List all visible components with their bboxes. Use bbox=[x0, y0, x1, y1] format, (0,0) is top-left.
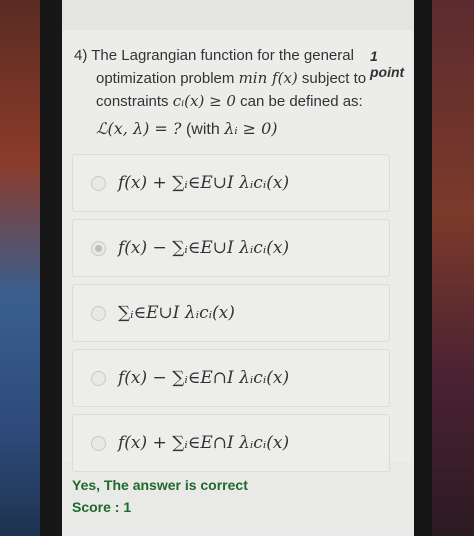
question-line-2-text: optimization problem bbox=[96, 70, 235, 87]
constraint-formula: cᵢ(x) ≥ 0 bbox=[172, 92, 236, 110]
monitor-bezel-right bbox=[414, 0, 432, 536]
question-formula-line: ℒ(x, λ) = ? (with λᵢ ≥ 0) bbox=[74, 117, 344, 141]
question-line-2-tail: subject to bbox=[301, 70, 367, 87]
question-line-3-text: constraints bbox=[96, 93, 169, 110]
question-line-3: constraints cᵢ(x) ≥ 0 can be defined as: bbox=[74, 90, 363, 113]
answer-option-label: f(x) + ∑ᵢ∈E∪I λᵢcᵢ(x) bbox=[118, 173, 290, 193]
radio-button-icon[interactable] bbox=[91, 175, 106, 191]
quiz-screen: 4) The Lagrangian function for the gener… bbox=[62, 0, 414, 536]
answer-option-5[interactable]: f(x) + ∑ᵢ∈E∩I λᵢcᵢ(x) bbox=[72, 414, 390, 472]
question-line-1: 4) The Lagrangian function for the gener… bbox=[74, 44, 354, 67]
radio-button-icon[interactable] bbox=[91, 305, 106, 321]
previous-card-edge bbox=[62, 0, 414, 30]
question-line-3-tail: can be defined as: bbox=[240, 93, 363, 110]
question-number: 4) bbox=[74, 47, 88, 64]
points-badge: 1 point bbox=[370, 48, 405, 80]
radio-button-icon[interactable] bbox=[91, 435, 106, 451]
feedback-result: Yes, The answer is correct bbox=[72, 477, 248, 493]
question-line-2: optimization problem min f(x) subject to bbox=[74, 67, 366, 90]
answer-option-2[interactable]: f(x) − ∑ᵢ∈E∪I λᵢcᵢ(x) bbox=[72, 219, 390, 277]
feedback-score: Score : 1 bbox=[72, 499, 132, 515]
answer-option-label: f(x) − ∑ᵢ∈E∩I λᵢcᵢ(x) bbox=[118, 368, 290, 388]
formula-condition-text: (with bbox=[185, 121, 220, 138]
answer-option-4[interactable]: f(x) − ∑ᵢ∈E∩I λᵢcᵢ(x) bbox=[72, 349, 390, 407]
answer-option-label: f(x) + ∑ᵢ∈E∩I λᵢcᵢ(x) bbox=[118, 433, 290, 453]
objective-formula: min f(x) bbox=[238, 69, 298, 87]
question-line-1-text: The Lagrangian function for the general bbox=[91, 47, 354, 64]
answer-option-3[interactable]: ∑ᵢ∈E∪I λᵢcᵢ(x) bbox=[72, 284, 390, 342]
question-text: 4) The Lagrangian function for the gener… bbox=[74, 44, 366, 141]
question-card: 4) The Lagrangian function for the gener… bbox=[64, 30, 412, 472]
radio-button-selected-icon[interactable] bbox=[91, 240, 106, 256]
answer-option-1[interactable]: f(x) + ∑ᵢ∈E∪I λᵢcᵢ(x) bbox=[72, 154, 390, 212]
lagrangian-formula: ℒ(x, λ) = ? bbox=[96, 119, 182, 138]
answer-option-label: f(x) − ∑ᵢ∈E∪I λᵢcᵢ(x) bbox=[118, 238, 290, 258]
background-right bbox=[432, 0, 474, 536]
monitor-bezel-left bbox=[40, 0, 62, 536]
background-left bbox=[0, 0, 40, 536]
answer-option-label: ∑ᵢ∈E∪I λᵢcᵢ(x) bbox=[118, 303, 235, 323]
formula-condition: λᵢ ≥ 0) bbox=[224, 119, 278, 138]
answer-feedback: Yes, The answer is correct Score : 1 bbox=[72, 474, 248, 518]
radio-button-icon[interactable] bbox=[91, 370, 106, 386]
answer-options: f(x) + ∑ᵢ∈E∪I λᵢcᵢ(x) f(x) − ∑ᵢ∈E∪I λᵢcᵢ… bbox=[72, 154, 390, 479]
